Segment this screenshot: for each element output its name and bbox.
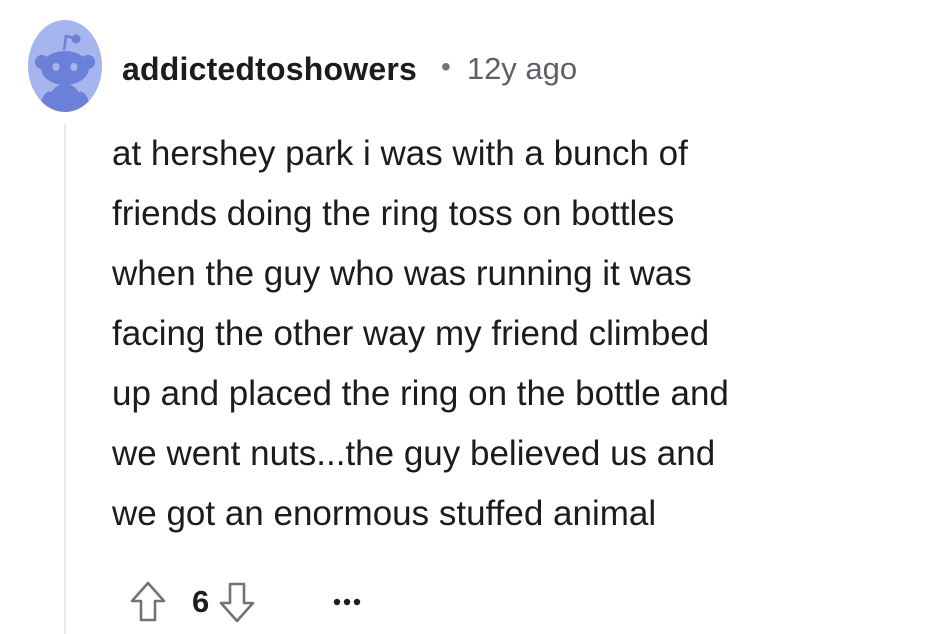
thread-line[interactable] [64, 124, 66, 634]
comment-body-line: we got an enormous stuffed animal [112, 494, 657, 533]
timestamp[interactable]: 12y ago [467, 51, 577, 87]
more-options-button[interactable] [327, 576, 367, 628]
more-options-icon [334, 598, 361, 606]
comment-body-line: when the guy who was running it was [112, 254, 692, 293]
username-link[interactable]: addictedtoshowers [122, 51, 417, 88]
comment-body-line: facing the other way my friend climbed [112, 314, 710, 353]
comment-body-line: at hershey park i was with a bunch of [112, 134, 688, 173]
comment-body-line: friends doing the ring toss on bottles [112, 194, 675, 233]
comment-header: addictedtoshowers • 12y ago [122, 46, 577, 92]
avatar[interactable] [28, 20, 102, 112]
meta-separator: • [441, 51, 451, 82]
upvote-arrow-icon [130, 581, 166, 622]
comment-actions: 6 [126, 576, 367, 628]
comment-body-line: we went nuts...the guy believed us and [112, 434, 716, 473]
comment-body-line: up and placed the ring on the bottle and [112, 374, 729, 413]
upvote-button[interactable] [126, 576, 170, 628]
vote-score: 6 [192, 584, 210, 619]
downvote-arrow-icon [219, 582, 255, 623]
downvote-button[interactable] [215, 576, 259, 628]
snoo-avatar-icon [35, 34, 95, 112]
comment-body: at hershey park i was with a bunch of fr… [112, 124, 912, 544]
